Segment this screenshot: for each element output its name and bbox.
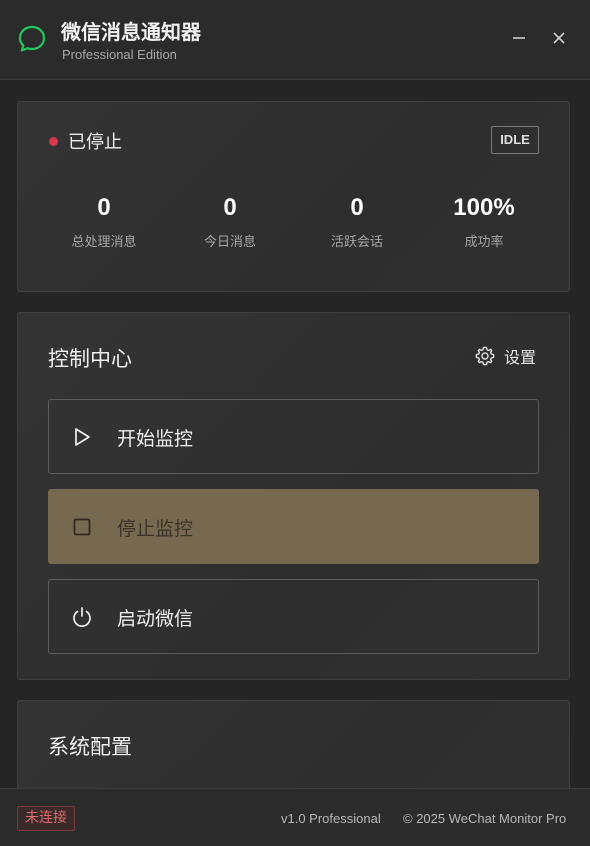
stop-monitoring-button[interactable]: 停止监控 xyxy=(48,489,539,564)
version-text: v1.0 Professional xyxy=(281,811,381,826)
stat-value: 0 xyxy=(223,194,237,221)
stat-label: 成功率 xyxy=(464,235,504,250)
app-subtitle: Professional Edition xyxy=(62,47,177,62)
settings-label: 设置 xyxy=(504,348,537,367)
power-icon xyxy=(73,607,91,627)
stat-label: 今日消息 xyxy=(203,235,256,250)
copyright-text: © 2025 WeChat Monitor Pro xyxy=(403,811,567,826)
control-center-title: 控制中心 xyxy=(48,347,132,371)
chat-bubble-icon xyxy=(18,25,46,52)
status-text: 已停止 xyxy=(68,132,122,153)
status-badge: IDLE xyxy=(491,126,539,154)
gear-icon xyxy=(475,346,495,366)
control-center-card: 控制中心 设置 开始监控 停止监控 启动微信 xyxy=(17,312,570,680)
status-card: 已停止 IDLE 0 总处理消息 0 今日消息 0 活跃会话 100% 成功率 xyxy=(17,101,570,292)
settings-button[interactable]: 设置 xyxy=(474,343,536,369)
minimize-icon[interactable] xyxy=(509,28,529,48)
stat-label: 活跃会话 xyxy=(330,235,383,250)
launch-wechat-button[interactable]: 启动微信 xyxy=(48,579,539,654)
title-bar: 微信消息通知器 Professional Edition xyxy=(0,0,590,80)
stat-value: 0 xyxy=(350,194,364,221)
status-bar: 未连接 v1.0 Professional © 2025 WeChat Moni… xyxy=(0,788,590,846)
stat-value: 0 xyxy=(97,194,111,221)
close-icon[interactable] xyxy=(549,28,569,48)
stat-total-messages: 0 总处理消息 xyxy=(44,194,164,250)
start-monitoring-button[interactable]: 开始监控 xyxy=(48,399,539,474)
app-title: 微信消息通知器 xyxy=(61,20,201,44)
play-icon xyxy=(75,428,90,446)
status-indicator xyxy=(49,137,58,146)
stop-monitoring-label: 停止监控 xyxy=(117,518,194,540)
stop-icon xyxy=(73,518,91,536)
connection-status-badge: 未连接 xyxy=(17,806,75,831)
system-config-title: 系统配置 xyxy=(48,735,132,759)
stat-success-rate: 100% 成功率 xyxy=(424,194,544,250)
stat-label: 总处理消息 xyxy=(71,235,137,250)
start-monitoring-label: 开始监控 xyxy=(117,428,194,450)
launch-wechat-label: 启动微信 xyxy=(117,608,194,630)
stat-today-messages: 0 今日消息 xyxy=(170,194,290,250)
stat-active-sessions: 0 活跃会话 xyxy=(297,194,417,250)
stat-value: 100% xyxy=(453,194,515,221)
